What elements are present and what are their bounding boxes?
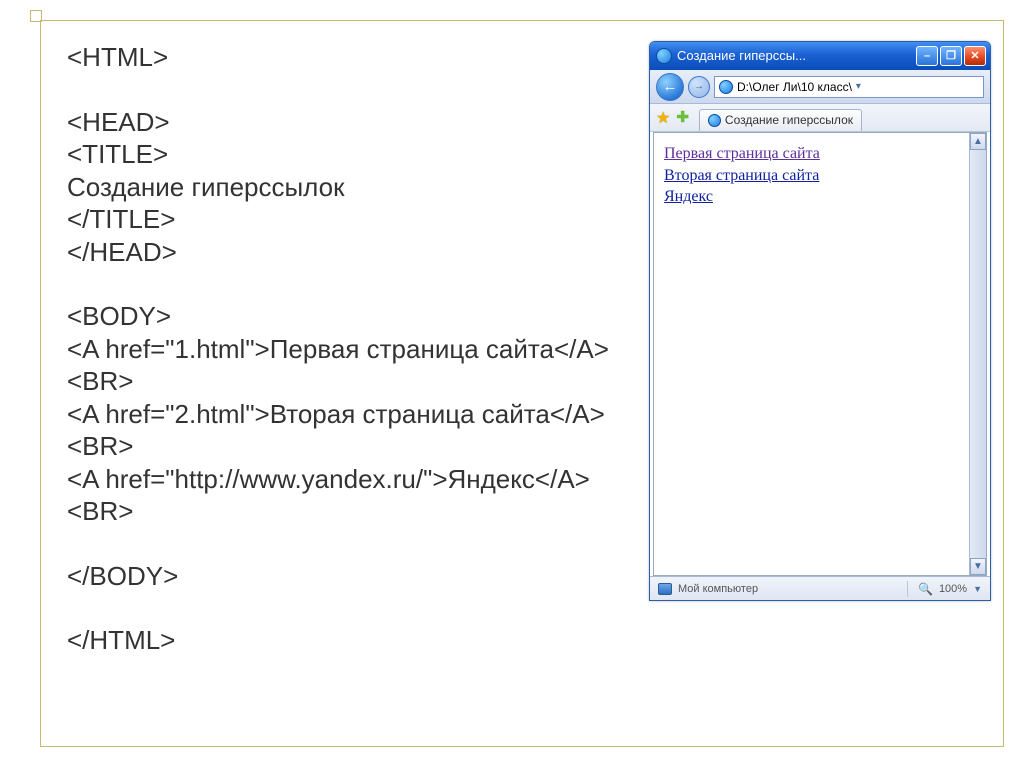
ie-logo-icon — [719, 80, 733, 94]
code-line: <A href="1.html">Первая страница сайта</… — [67, 333, 627, 398]
code-line: <BODY> — [67, 300, 627, 333]
hyperlink[interactable]: Вторая страница сайта — [664, 165, 959, 187]
back-button[interactable]: ← — [656, 73, 684, 101]
minimize-button[interactable]: – — [916, 46, 938, 66]
page-viewport: Первая страница сайта Вторая страница са… — [653, 132, 987, 576]
code-line: <HTML> — [67, 41, 627, 74]
status-zone: Мой компьютер — [678, 583, 758, 595]
computer-icon — [658, 583, 672, 595]
code-line: <A href="2.html">Вторая страница сайта</… — [67, 398, 627, 463]
address-bar[interactable]: D:\Олег Ли\10 класс\ ▾ — [714, 76, 984, 98]
code-line: </BODY> — [67, 560, 627, 593]
zoom-dropdown-icon[interactable]: ▼ — [973, 584, 982, 594]
code-line: </HEAD> — [67, 236, 627, 269]
maximize-button[interactable]: ❐ — [940, 46, 962, 66]
rendered-page: Первая страница сайта Вторая страница са… — [654, 133, 969, 575]
address-text: D:\Олег Ли\10 класс\ — [737, 80, 852, 94]
status-bar: Мой компьютер 🔍 100% ▼ — [650, 576, 990, 600]
scroll-track[interactable] — [970, 150, 986, 558]
window-title: Создание гиперссы... — [677, 48, 916, 63]
close-button[interactable]: ✕ — [964, 46, 986, 66]
add-favorite-icon[interactable]: ✚ — [676, 108, 689, 126]
ie-logo-icon — [708, 114, 721, 127]
code-line: </HTML> — [67, 624, 627, 657]
tab-label: Создание гиперссылок — [725, 113, 853, 127]
slide-frame: <HTML> <HEAD> <TITLE> Создание гиперссыл… — [40, 20, 1004, 747]
ie-logo-icon — [656, 48, 672, 64]
code-line: <TITLE> — [67, 138, 627, 171]
code-line: <A href="http://www.yandex.ru/">Яндекс</… — [67, 463, 627, 528]
browser-tab[interactable]: Создание гиперссылок — [699, 109, 862, 131]
code-line: </TITLE> — [67, 203, 627, 236]
forward-button[interactable]: → — [688, 76, 710, 98]
favorites-icon[interactable]: ★ — [656, 108, 670, 128]
scroll-up-icon[interactable]: ▲ — [970, 133, 986, 150]
ie-browser-window: Создание гиперссы... – ❐ ✕ ← → D:\Олег Л… — [649, 41, 991, 601]
window-titlebar[interactable]: Создание гиперссы... – ❐ ✕ — [650, 42, 990, 70]
dropdown-icon[interactable]: ▾ — [856, 81, 861, 92]
scroll-down-icon[interactable]: ▼ — [970, 558, 986, 575]
vertical-scrollbar[interactable]: ▲ ▼ — [969, 133, 986, 575]
favorites-toolbar: ★ ✚ Создание гиперссылок — [650, 104, 990, 132]
html-code-listing: <HTML> <HEAD> <TITLE> Создание гиперссыл… — [67, 41, 627, 657]
hyperlink[interactable]: Яндекс — [664, 186, 959, 208]
zoom-level[interactable]: 100% — [939, 583, 967, 595]
code-line: Создание гиперссылок — [67, 171, 627, 204]
zoom-icon[interactable]: 🔍 — [918, 582, 933, 596]
hyperlink[interactable]: Первая страница сайта — [664, 143, 959, 165]
navigation-toolbar: ← → D:\Олег Ли\10 класс\ ▾ — [650, 70, 990, 104]
code-line: <HEAD> — [67, 106, 627, 139]
